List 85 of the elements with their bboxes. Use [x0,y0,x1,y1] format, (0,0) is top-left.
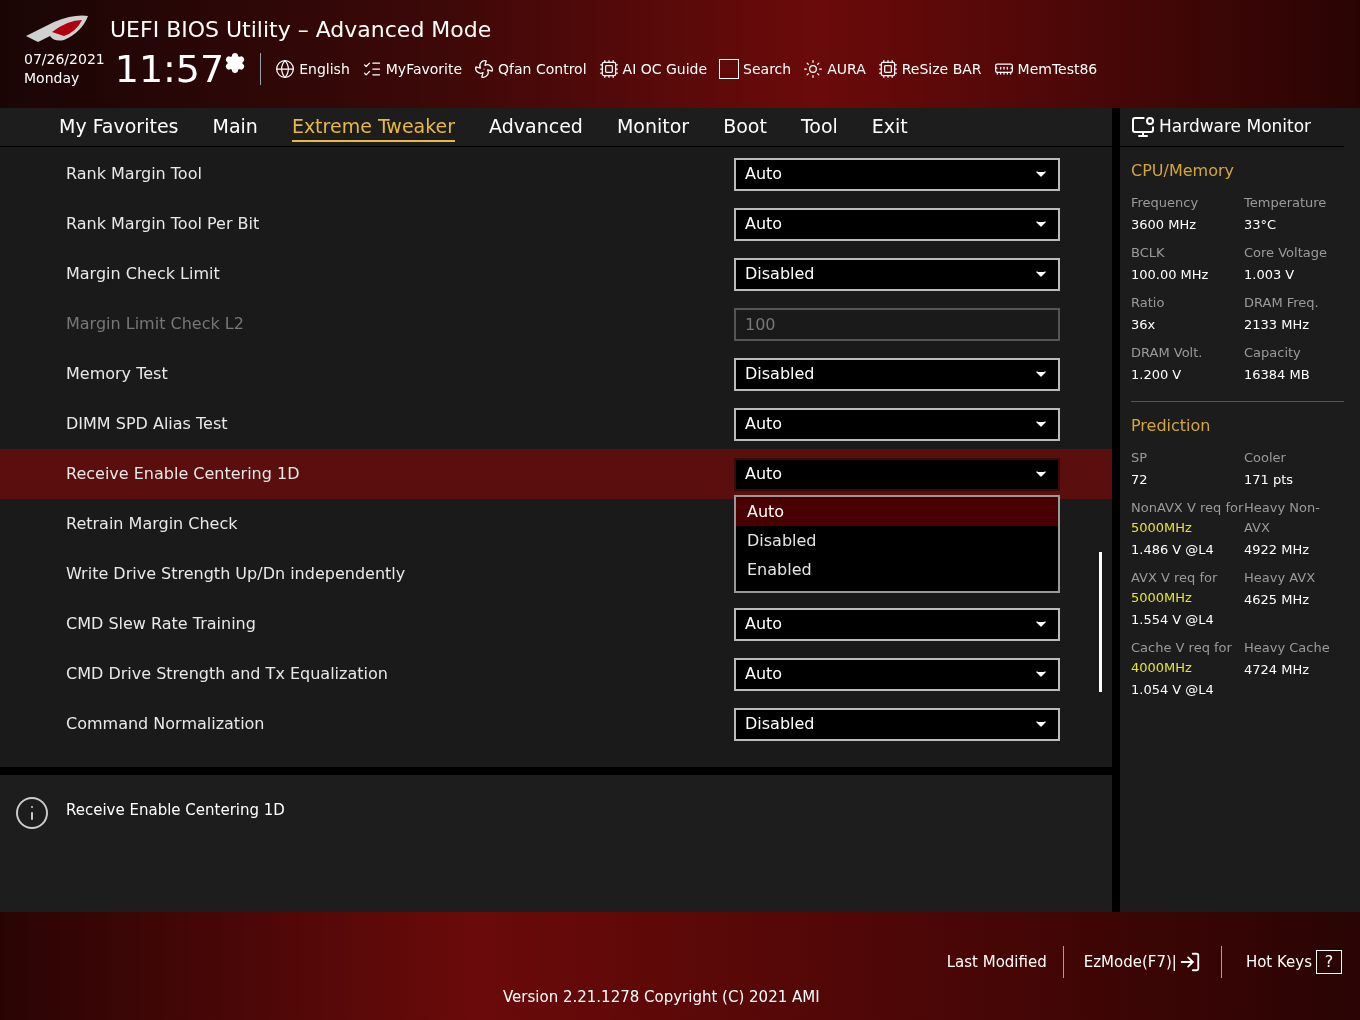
metric-label: Frequency [1131,194,1200,212]
metric-value: 1.486 V @L4 [1131,541,1215,559]
dropdown[interactable]: Auto [734,407,1060,441]
dropdown[interactable]: Disabled [734,257,1060,291]
metric-label: Cooler [1244,449,1287,467]
metric-value: 16384 MB [1244,366,1311,384]
nav-tab[interactable]: Tool [800,112,838,142]
menu-option[interactable]: Auto [736,497,1058,526]
metric-label: Cache V req for 4000MHz [1131,639,1233,677]
clock-time: 11:57 [114,50,225,88]
metric-label: Ratio [1131,294,1166,312]
nav-tab[interactable]: Advanced [489,112,583,142]
metric-value: 100.00 MHz [1131,266,1210,284]
metric-label: Heavy Cache [1244,639,1331,657]
setting-label: Memory Test [66,363,168,385]
nav-tab[interactable]: Boot [723,112,767,142]
metric-value: 2133 MHz [1244,316,1311,334]
metric-value: 4922 MHz [1244,541,1311,559]
setting-label: CMD Drive Strength and Tx Equalization [66,663,388,685]
dropdown[interactable]: Disabled [734,707,1060,741]
metric-value: 1.003 V [1244,266,1296,284]
date-text: 07/26/2021 [24,50,105,69]
setting-label: Command Normalization [66,713,265,735]
metric-label: DRAM Freq. [1244,294,1320,312]
setting-label: Margin Limit Check L2 [66,313,244,335]
toolbar-button[interactable]: English [275,58,350,80]
window-title: UEFI BIOS Utility – Advanced Mode [110,15,492,44]
metric-value: 4625 MHz [1244,591,1311,609]
metric-value: 4724 MHz [1244,661,1311,679]
setting-label: DIMM SPD Alias Test [66,413,228,435]
section-title: Prediction [1131,415,1212,437]
metric-label: NonAVX V req for 5000MHz [1131,499,1244,537]
metric-label: DRAM Volt. [1131,344,1204,362]
setting-label: Rank Margin Tool Per Bit [66,213,260,235]
metric-label: Temperature [1244,194,1328,212]
nav-tab[interactable]: Extreme Tweaker [291,112,456,142]
metric-label: SP [1131,449,1149,467]
metric-label: AVX V req for 5000MHz [1131,569,1219,607]
toolbar-button[interactable]: Search [719,58,792,80]
section-title: CPU/Memory [1131,160,1235,182]
dropdown[interactable]: Auto [734,207,1060,241]
toolbar-button[interactable]: AI OC Guide [598,58,708,80]
toolbar-button[interactable]: Qfan Control [474,58,587,80]
last-modified-button[interactable]: Last Modified [930,950,1063,974]
nav-tab[interactable]: Monitor [616,112,690,142]
weekday-text: Monday [24,69,81,88]
hotkeys-button[interactable]: Hot Keys ? [1221,950,1342,974]
setting-label: Receive Enable Centering 1D [66,463,300,485]
setting-label: CMD Slew Rate Training [66,613,256,635]
nav-tab[interactable]: My Favorites [59,112,179,142]
toolbar-button[interactable]: AURA [803,58,866,80]
dropdown[interactable]: Auto [734,607,1060,641]
metric-label: Core Voltage [1244,244,1328,262]
metric-value: 3600 MHz [1131,216,1198,234]
metric-label: Heavy Non-AVX [1244,499,1321,537]
dropdown[interactable]: Disabled [734,357,1060,391]
metric-value: 33°C [1244,216,1278,234]
setting-label: Margin Check Limit [66,263,220,285]
toolbar-button[interactable]: MemTest86 [993,58,1098,80]
setting-label: Write Drive Strength Up/Dn independently [66,563,406,585]
menu-option[interactable]: Disabled [736,526,1058,555]
metric-label: Heavy AVX [1244,569,1317,587]
toolbar-button[interactable]: ReSize BAR [877,58,982,80]
metric-value: 171 pts [1244,471,1295,489]
ezmode-button[interactable]: EzMode(F7)| [1063,950,1221,974]
metric-value: 1.054 V @L4 [1131,681,1215,699]
nav-tab[interactable]: Main [212,112,258,142]
metric-value: 72 [1131,471,1149,489]
nav-tab[interactable]: Exit [871,112,908,142]
setting-label: Retrain Margin Check [66,513,238,535]
metric-value: 36x [1131,316,1157,334]
dropdown[interactable]: Auto [734,657,1060,691]
metric-label: BCLK [1131,244,1166,262]
dropdown[interactable]: Auto [734,457,1060,491]
metric-value: 1.200 V [1131,366,1183,384]
menu-option[interactable]: Enabled [736,555,1058,584]
dropdown[interactable]: Auto [734,157,1060,191]
metric-value: 1.554 V @L4 [1131,611,1215,629]
metric-label: Capacity [1244,344,1302,362]
setting-label: Rank Margin Tool [66,163,202,185]
panel-title: Hardware Monitor [1159,115,1312,139]
version-text: Version 2.21.1278 Copyright (C) 2021 AMI [503,987,820,1008]
toolbar-button[interactable]: MyFavorite [361,58,463,80]
help-text: Receive Enable Centering 1D [66,800,285,821]
help-key-icon: ? [1316,950,1342,974]
